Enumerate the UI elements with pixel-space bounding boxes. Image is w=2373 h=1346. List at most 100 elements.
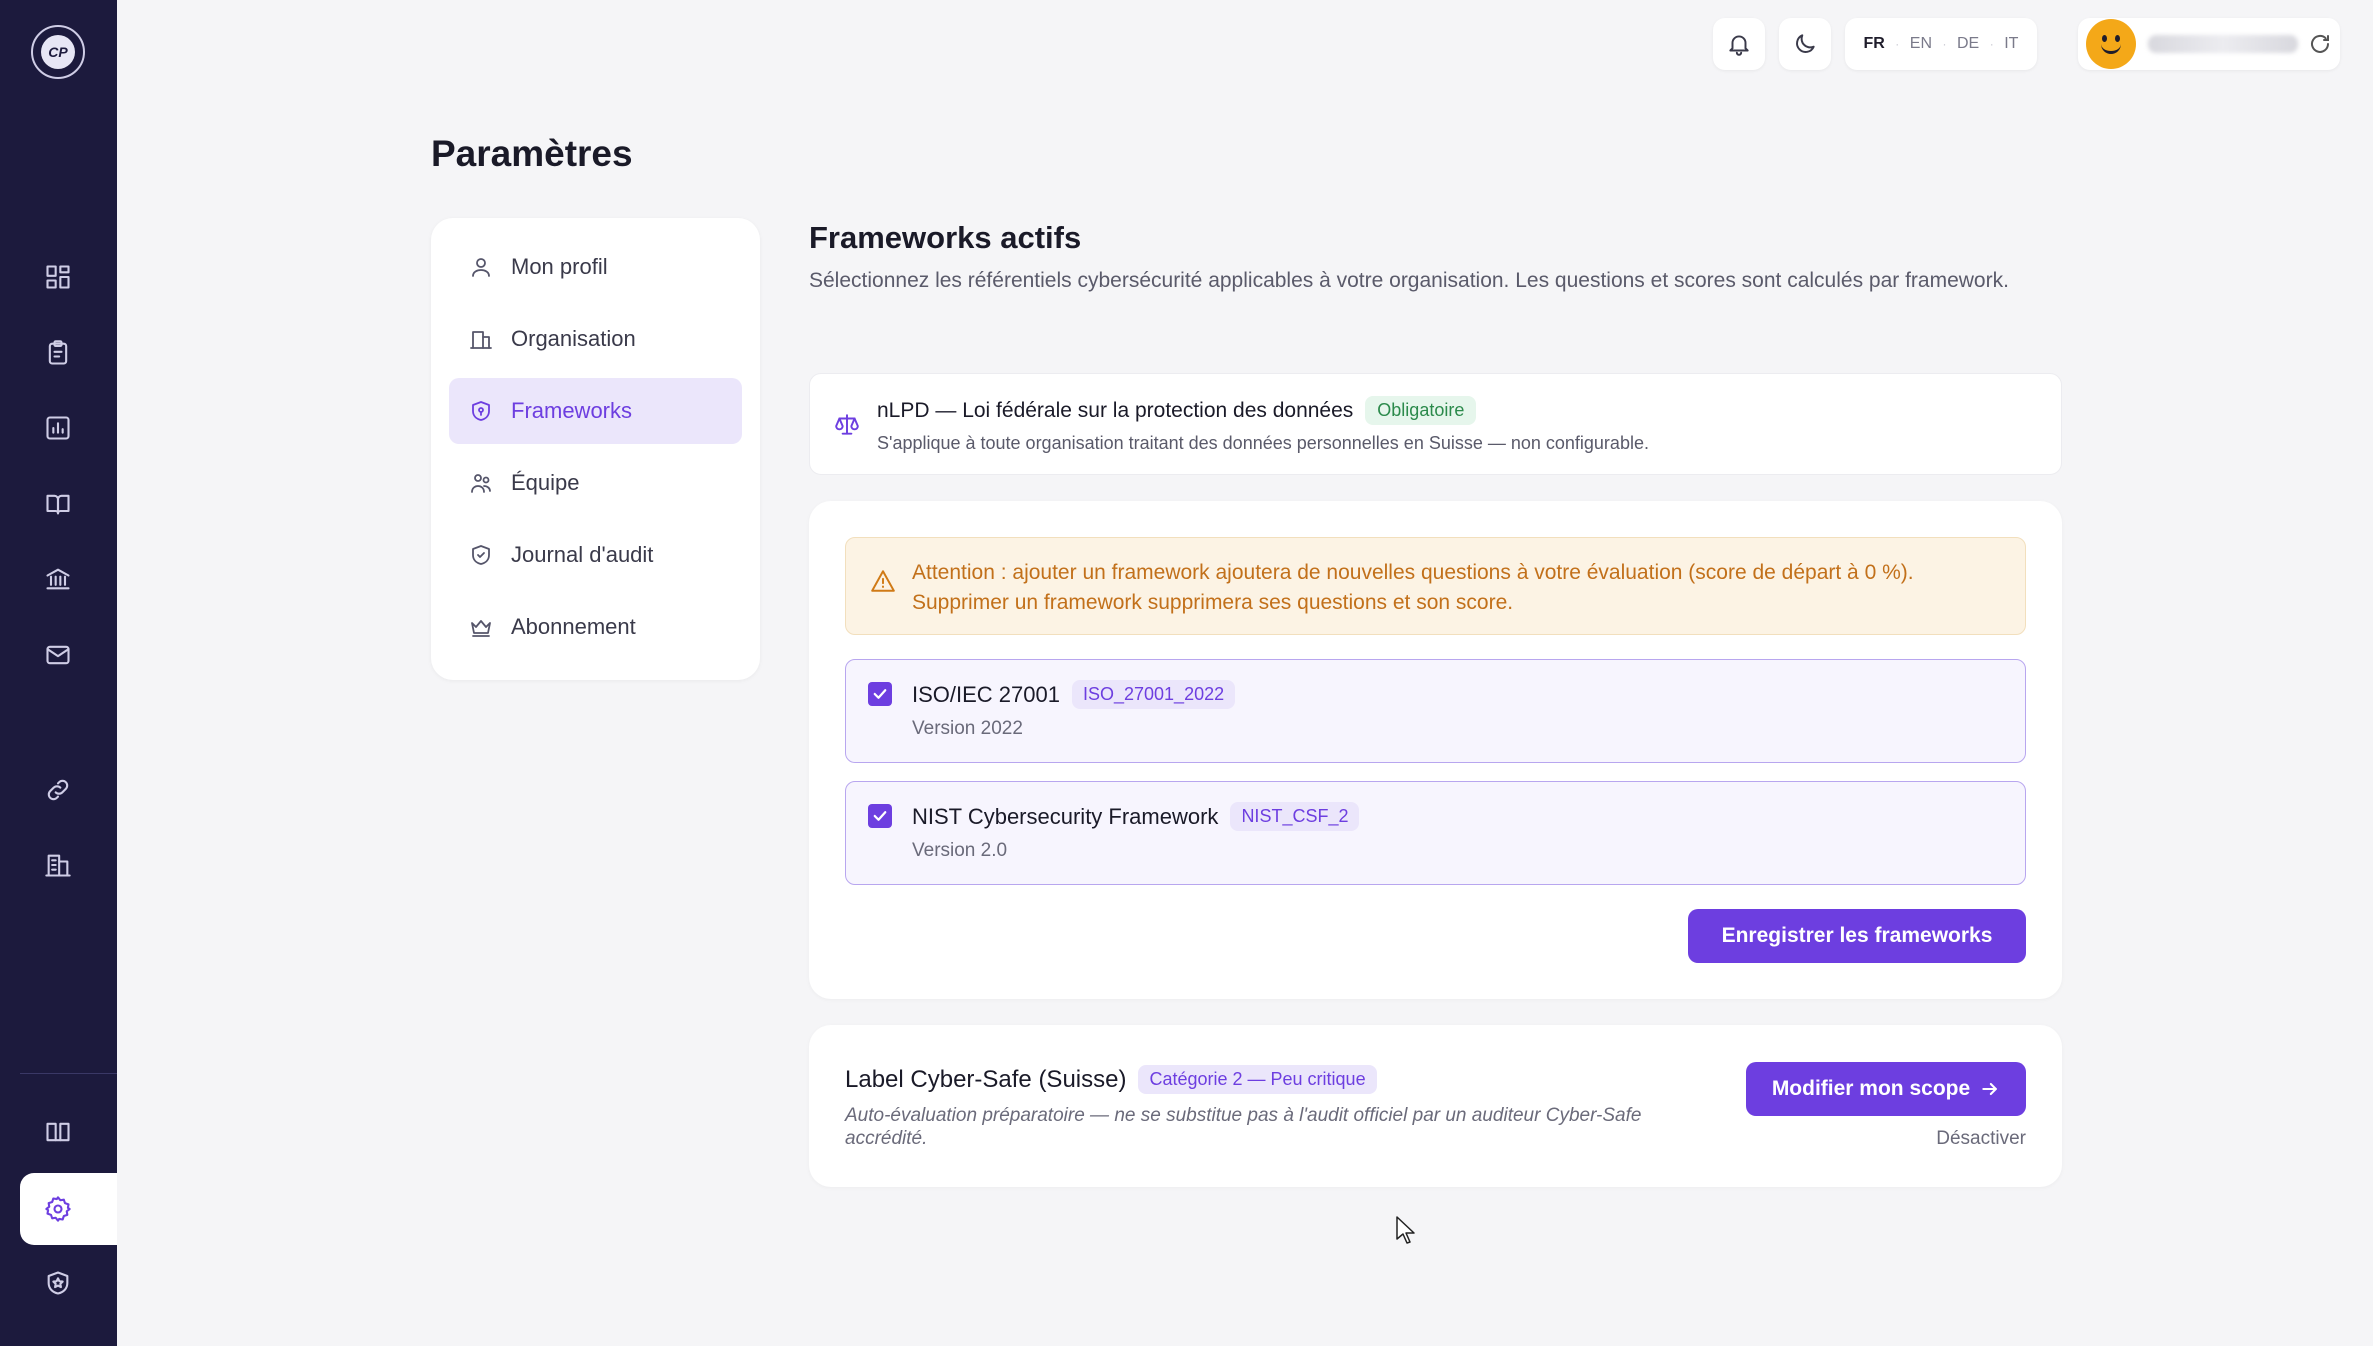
lang-fr[interactable]: FR (1863, 35, 1884, 53)
menu-item-subscription[interactable]: Abonnement (449, 594, 742, 660)
label-title: Label Cyber-Safe (Suisse) (845, 1065, 1127, 1093)
deactivate-link[interactable]: Désactiver (1936, 1128, 2026, 1150)
user-menu[interactable] (2078, 18, 2340, 70)
frameworks-card: Attention : ajouter un framework ajouter… (809, 501, 2062, 999)
settings-menu: Mon profil Organisation Frameworks Équip… (431, 218, 760, 680)
warning-text: Attention : ajouter un framework ajouter… (912, 561, 1914, 614)
sidebar-divider (20, 1073, 117, 1074)
menu-item-label: Abonnement (511, 614, 636, 639)
mandatory-badge: Obligatoire (1365, 396, 1477, 425)
framework-version: Version 2022 (912, 718, 1023, 739)
bank-icon (46, 568, 70, 590)
mouse-cursor-icon (1396, 1216, 1415, 1244)
warning-icon (870, 568, 896, 594)
book-open-icon (46, 494, 70, 515)
building-icon (45, 854, 71, 877)
menu-item-label: Mon profil (511, 254, 608, 279)
lang-separator: · (1942, 37, 1947, 51)
framework-checkbox[interactable] (868, 804, 892, 828)
modify-scope-button[interactable]: Modifier mon scope (1746, 1062, 2026, 1116)
framework-option-iso[interactable]: ISO/IEC 27001 ISO_27001_2022 Version 202… (845, 659, 2026, 763)
crown-icon (471, 620, 491, 637)
mandatory-framework-name: nLPD — Loi fédérale sur la protection de… (877, 398, 1354, 422)
shield-icon (472, 401, 490, 421)
nav-organisation[interactable] (38, 845, 78, 885)
nav-documentation[interactable] (38, 1112, 78, 1152)
framework-checkbox[interactable] (868, 682, 892, 706)
framework-name: NIST Cybersecurity Framework (912, 803, 1219, 829)
framework-name: ISO/IEC 27001 (912, 681, 1060, 707)
avatar (2086, 19, 2136, 69)
nav-reports[interactable] (38, 408, 78, 448)
lang-it[interactable]: IT (2004, 35, 2018, 53)
team-icon (471, 474, 491, 493)
nav-institution[interactable] (38, 559, 78, 599)
nav-settings-active[interactable] (20, 1173, 117, 1245)
user-name-blurred (2148, 35, 2298, 53)
label-title-row: Label Cyber-Safe (Suisse) Catégorie 2 — … (845, 1065, 1377, 1094)
check-icon (873, 811, 887, 821)
section-title: Frameworks actifs (809, 220, 1082, 255)
bell-icon (1729, 35, 1749, 56)
shield-star-icon (47, 1271, 69, 1295)
lang-separator: · (1989, 37, 1994, 51)
mandatory-framework-title: nLPD — Loi fédérale sur la protection de… (877, 396, 1477, 425)
app-logo[interactable]: CP (31, 25, 85, 79)
nav-messages[interactable] (38, 635, 78, 675)
label-cyber-safe-card: Label Cyber-Safe (Suisse) Catégorie 2 — … (809, 1025, 2062, 1187)
chart-icon (46, 416, 70, 440)
logo-mark: CP (41, 35, 75, 69)
lang-en[interactable]: EN (1910, 35, 1932, 53)
moon-icon (1796, 34, 1815, 53)
language-switcher: FR · EN · DE · IT (1845, 18, 2037, 70)
clipboard-icon (48, 340, 68, 365)
check-icon (873, 689, 887, 699)
save-frameworks-button[interactable]: Enregistrer les frameworks (1688, 909, 2026, 963)
nav-settings[interactable] (38, 1189, 78, 1229)
framework-code-badge: ISO_27001_2022 (1071, 680, 1236, 709)
framework-name-row: NIST Cybersecurity Framework NIST_CSF_2 (912, 802, 1360, 831)
framework-option-nist[interactable]: NIST Cybersecurity Framework NIST_CSF_2 … (845, 781, 2026, 885)
nav-label[interactable] (38, 1263, 78, 1303)
category-badge: Catégorie 2 — Peu critique (1138, 1065, 1377, 1094)
mandatory-framework-subtitle: S'applique à toute organisation traitant… (877, 433, 1649, 453)
lang-separator: · (1895, 37, 1900, 51)
book-icon (46, 1122, 70, 1142)
link-icon (47, 779, 69, 801)
nav-assessment[interactable] (38, 333, 78, 373)
menu-item-profile[interactable]: Mon profil (449, 234, 742, 300)
framework-version: Version 2.0 (912, 840, 1008, 861)
mail-icon (46, 645, 70, 665)
settings-icon (45, 1196, 71, 1222)
dashboard-icon (46, 265, 70, 289)
organisation-icon (470, 331, 492, 349)
menu-item-label: Organisation (511, 326, 636, 351)
menu-item-team[interactable]: Équipe (449, 450, 742, 516)
mandatory-framework-card: nLPD — Loi fédérale sur la protection de… (809, 373, 2062, 475)
menu-item-organisation[interactable]: Organisation (449, 306, 742, 372)
arrow-right-icon (1982, 1082, 1998, 1096)
shield-check-icon (472, 545, 490, 565)
sidebar: CP (0, 0, 117, 1346)
menu-item-audit-log[interactable]: Journal d'audit (449, 522, 742, 588)
menu-item-label: Équipe (511, 470, 580, 495)
framework-code-badge: NIST_CSF_2 (1230, 802, 1360, 831)
menu-item-label: Frameworks (511, 398, 633, 423)
theme-toggle-button[interactable] (1779, 18, 1831, 70)
notifications-button[interactable] (1713, 18, 1765, 70)
warning-banner: Attention : ajouter un framework ajouter… (845, 537, 2026, 635)
scale-icon (834, 412, 860, 438)
nav-integrations[interactable] (38, 770, 78, 810)
page-title: Paramètres (431, 133, 633, 174)
refresh-icon (2311, 34, 2329, 53)
lang-de[interactable]: DE (1957, 35, 1979, 53)
nav-dashboard[interactable] (38, 257, 78, 297)
framework-name-row: ISO/IEC 27001 ISO_27001_2022 (912, 680, 1236, 709)
logout-button[interactable] (2308, 32, 2332, 56)
menu-item-label: Journal d'audit (511, 542, 654, 567)
nav-guides[interactable] (38, 484, 78, 524)
label-description: Auto-évaluation préparatoire — ne se sub… (845, 1105, 1642, 1149)
menu-item-frameworks[interactable]: Frameworks (449, 378, 742, 444)
section-description: Sélectionnez les référentiels cybersécur… (809, 269, 2009, 292)
modify-scope-label: Modifier mon scope (1771, 1077, 1971, 1100)
